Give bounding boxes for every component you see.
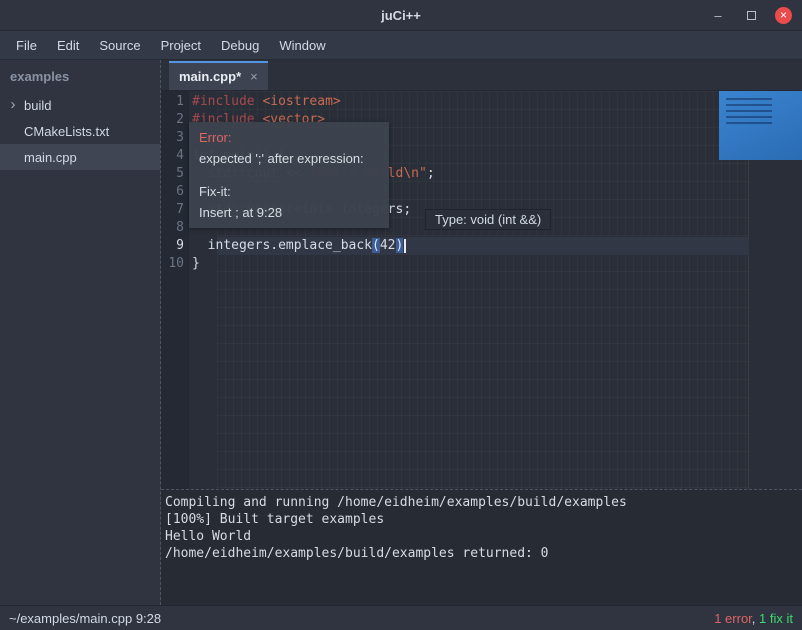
chevron-right-icon[interactable]: ›	[7, 99, 19, 111]
tooltip-line: Insert ; at 9:28	[199, 202, 379, 223]
diagnostic-tooltip: Error:expected ';' after expression: Fix-…	[189, 122, 389, 228]
terminal-line: [100%] Built target examples	[165, 511, 798, 528]
code-segment: (	[372, 238, 380, 253]
tree-item-label: build	[24, 98, 51, 113]
menu-item-file[interactable]: File	[6, 34, 47, 57]
text-cursor	[404, 239, 406, 253]
tabbar: main.cpp* ×	[161, 60, 802, 91]
tree-item-label: CMakeLists.txt	[24, 124, 109, 139]
tooltip-line	[199, 169, 379, 181]
project-name-header: examples	[0, 60, 160, 92]
tree-item-label: main.cpp	[24, 150, 77, 165]
window-controls: – ×	[709, 0, 792, 30]
status-diagnostics: 1 error, 1 fix it	[714, 611, 793, 626]
editor-column: main.cpp* × 12345678910 #include <iostre…	[161, 60, 802, 605]
statusbar: ~/examples/main.cpp 9:28 1 error, 1 fix …	[0, 605, 802, 630]
line-number: 9	[161, 237, 184, 255]
code-segment: }	[192, 256, 200, 271]
line-number: 2	[161, 111, 184, 129]
line-number: 10	[161, 255, 184, 273]
terminal-line: Hello World	[165, 528, 798, 545]
tree-item-cmakelists-txt[interactable]: CMakeLists.txt	[0, 118, 160, 144]
output-terminal[interactable]: Compiling and running /home/eidheim/exam…	[161, 489, 802, 605]
code-segment: emplace_back	[278, 238, 372, 253]
menu-item-window[interactable]: Window	[269, 34, 335, 57]
file-tree-panel: examples › build CMakeLists.txt main.cpp	[0, 60, 161, 605]
code-editor[interactable]: 12345678910 #include <iostream>#include …	[161, 91, 802, 489]
line-number: 4	[161, 147, 184, 165]
terminal-line: Compiling and running /home/eidheim/exam…	[165, 494, 798, 511]
status-separator: ,	[752, 611, 759, 626]
window-title: juCi++	[381, 8, 421, 23]
minimize-button[interactable]: –	[709, 6, 727, 24]
tooltip-line: expected ';' after expression:	[199, 148, 379, 169]
tab-close-icon[interactable]: ×	[250, 69, 258, 84]
line-number: 3	[161, 129, 184, 147]
tooltip-line: Fix-it:	[199, 181, 379, 202]
file-tree: › build CMakeLists.txt main.cpp	[0, 92, 160, 170]
menu-item-project[interactable]: Project	[151, 34, 211, 57]
type-tooltip: Type: void (int &&)	[425, 209, 551, 230]
code-segment: ;	[427, 166, 435, 181]
menu-item-debug[interactable]: Debug	[211, 34, 269, 57]
code-line-1[interactable]: #include <iostream>	[189, 93, 802, 111]
menu-item-edit[interactable]: Edit	[47, 34, 89, 57]
main-area: examples › build CMakeLists.txt main.cpp ma…	[0, 60, 802, 605]
code-segment: integers.	[192, 238, 278, 253]
tree-item-build[interactable]: › build	[0, 92, 160, 118]
code-line-9[interactable]: integers.emplace_back(42)	[189, 237, 802, 255]
code-segment: )	[396, 238, 404, 253]
close-icon: ×	[780, 7, 787, 24]
status-error-count: 1 error	[714, 611, 752, 626]
status-file-position: ~/examples/main.cpp 9:28	[9, 611, 161, 626]
code-segment: #include	[192, 94, 262, 109]
titlebar: juCi++ – ×	[0, 0, 802, 31]
tab-label: main.cpp*	[179, 69, 241, 84]
code-segment: 42	[380, 238, 396, 253]
code-segment: <iostream>	[262, 94, 340, 109]
tab-main-cpp[interactable]: main.cpp* ×	[169, 61, 268, 90]
close-button[interactable]: ×	[775, 7, 792, 24]
restore-icon	[747, 11, 756, 20]
minimap[interactable]	[719, 91, 802, 160]
menubar: FileEditSourceProjectDebugWindow	[0, 31, 802, 60]
line-number: 1	[161, 93, 184, 111]
tree-item-main-cpp[interactable]: main.cpp	[0, 144, 160, 170]
restore-button[interactable]	[742, 6, 760, 24]
terminal-line: /home/eidheim/examples/build/examples re…	[165, 545, 798, 562]
app-window: juCi++ – × FileEditSourceProjectDebugWin…	[0, 0, 802, 630]
menu-item-source[interactable]: Source	[89, 34, 150, 57]
line-number-gutter: 12345678910	[161, 91, 189, 489]
line-number: 7	[161, 201, 184, 219]
status-fixit-count: 1 fix it	[759, 611, 793, 626]
line-number: 6	[161, 183, 184, 201]
line-number: 8	[161, 219, 184, 237]
tooltip-line: Error:	[199, 127, 379, 148]
line-number: 5	[161, 165, 184, 183]
code-line-10[interactable]: }	[189, 255, 802, 273]
